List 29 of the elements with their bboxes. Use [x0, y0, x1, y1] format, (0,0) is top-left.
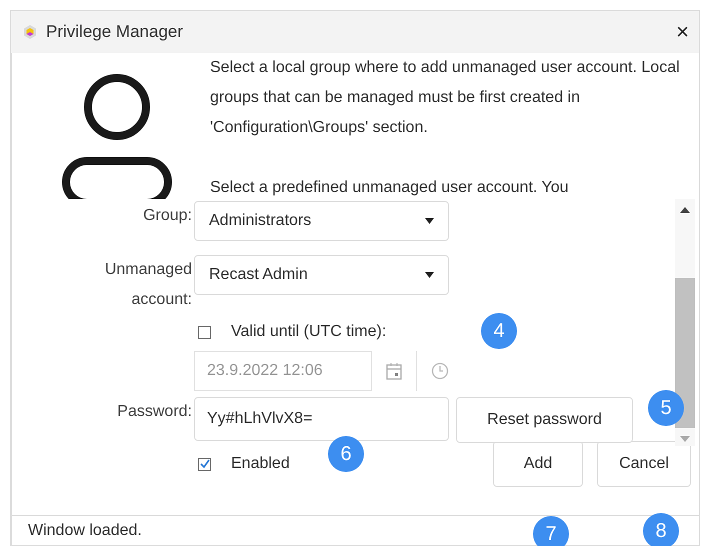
user-icon	[62, 73, 172, 199]
callout-badge: 6	[328, 436, 364, 472]
caret-icon	[425, 218, 434, 224]
description-text: Select a predefined unmanaged user account. You	[210, 178, 570, 198]
checkbox[interactable]	[198, 458, 211, 470]
scroll-up-icon[interactable]	[680, 207, 690, 213]
callout-badge: 8	[643, 513, 679, 546]
window-title: Privilege Manager	[46, 22, 184, 42]
callout-badge: 5	[648, 390, 684, 426]
scrollbar[interactable]	[675, 199, 695, 446]
field-label: Unmanaged account:	[104, 260, 192, 310]
dialog-button[interactable]: Cancel	[597, 441, 691, 487]
description-text: Select a local group where to add unmanaged user account. Local groups that can be managed must be first created in 'Configuration\Groups' section.	[210, 58, 681, 138]
checkbox-label: Enabled	[231, 455, 290, 473]
calendar-icon[interactable]	[386, 362, 402, 380]
clock-icon[interactable]	[431, 362, 449, 380]
close-button[interactable]: ×	[674, 19, 691, 45]
field-label: Password:	[116, 402, 192, 422]
group-dropdown[interactable]: Administrators	[194, 201, 449, 241]
dialog-button[interactable]: Add	[493, 441, 583, 487]
cube-icon	[23, 24, 37, 40]
caret-icon	[425, 272, 434, 278]
reset-password-button[interactable]: Reset password	[456, 397, 633, 443]
account-dropdown[interactable]: Recast Admin	[194, 255, 449, 295]
field-label: Group:	[142, 206, 192, 226]
checkbox-label: Valid until (UTC time):	[231, 323, 386, 341]
callout-badge: 4	[481, 313, 517, 349]
callout-badge: 7	[533, 516, 569, 546]
password-field[interactable]: Yy#hLhVlvX8=	[194, 397, 449, 441]
